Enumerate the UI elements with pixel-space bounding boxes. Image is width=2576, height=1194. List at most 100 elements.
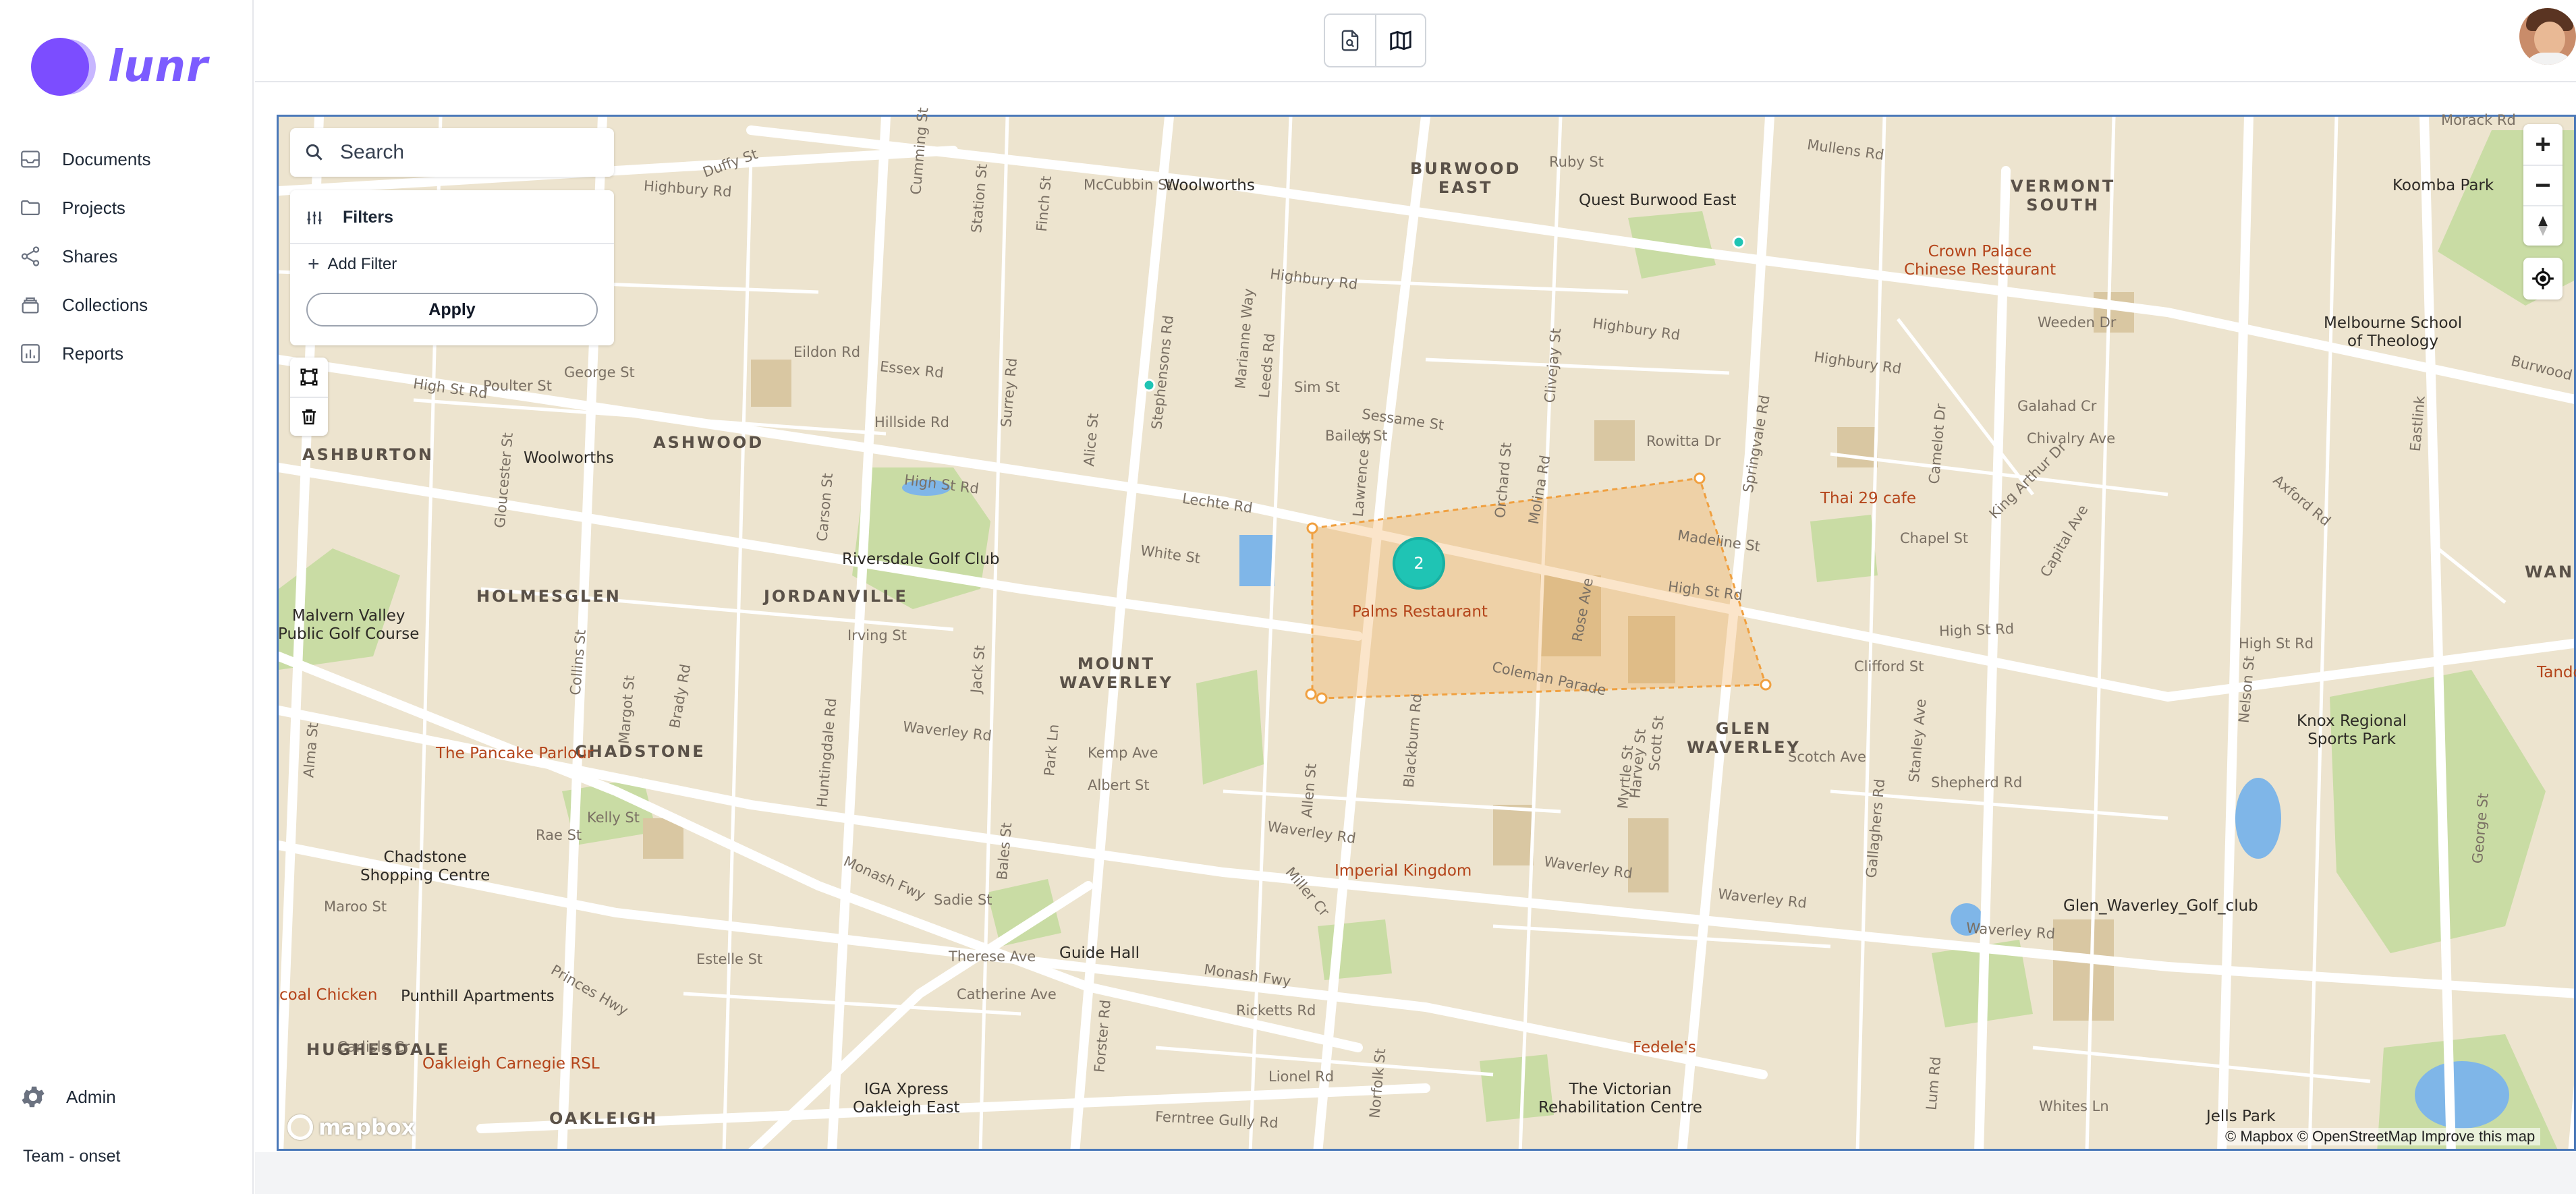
road-label: Chivalry Ave	[2027, 430, 2116, 447]
road-label: Maroo St	[324, 899, 387, 915]
map-icon	[1390, 30, 1411, 51]
place-label: Punthill Apartments	[401, 988, 555, 1005]
filters-header[interactable]: Filters	[305, 208, 393, 227]
apply-button[interactable]: Apply	[306, 293, 598, 326]
inbox-icon	[21, 150, 40, 168]
add-filter-button[interactable]: + Add Filter	[308, 250, 397, 279]
sidebar-item-label: Shares	[62, 246, 118, 266]
road-label: Lionel Rd	[1268, 1069, 1335, 1085]
road-label: Bailey St	[1325, 428, 1388, 444]
road-label: Albert St	[1088, 777, 1150, 793]
compass-icon	[2538, 216, 2548, 236]
place-label: Quest Burwood East	[1579, 192, 1737, 209]
sidebar-item-documents[interactable]: Documents	[19, 135, 242, 183]
road-label: High St Rd	[2239, 635, 2314, 652]
map-base-layer	[279, 117, 2574, 1149]
document-search-view-button[interactable]	[1325, 15, 1375, 66]
road-label: Ruby St	[1549, 154, 1604, 170]
locate-icon	[2532, 268, 2554, 289]
restaurant-label: The Pancake Parlour	[436, 745, 594, 762]
road-label: High St Rd	[1938, 621, 2015, 639]
suburb-label: ASHWOOD	[653, 433, 764, 452]
draw-tools	[290, 358, 328, 436]
suburb-label: MOUNT WAVERLEY	[1059, 654, 1173, 692]
sidebar-item-label: Documents	[62, 148, 151, 169]
bar-chart-icon	[21, 344, 40, 363]
sidebar-item-admin[interactable]: Admin	[19, 1078, 116, 1116]
sidebar-item-label: Collections	[62, 294, 148, 315]
road-label: Poulter St	[483, 378, 552, 394]
suburb-label: OAKLEIGH	[549, 1109, 659, 1128]
map-view-button[interactable]	[1375, 15, 1425, 66]
sidebar-item-reports[interactable]: Reports	[19, 329, 242, 378]
road-label: Kelly St	[587, 809, 640, 826]
document-search-icon	[1341, 30, 1359, 51]
sidebar-item-projects[interactable]: Projects	[19, 183, 242, 232]
mapbox-logo-mark	[287, 1114, 313, 1140]
restaurant-label: Oakleigh Carnegie RSL	[422, 1055, 600, 1073]
suburb-label: HOLMESGLEN	[476, 587, 621, 606]
bottom-strip	[255, 1152, 2576, 1194]
zoom-out-button[interactable]: −	[2523, 165, 2563, 205]
app-logo[interactable]: lunr	[31, 36, 208, 97]
road-label: Carlisle Cr	[337, 1039, 410, 1055]
view-toggle	[1324, 13, 1426, 67]
place-label: Knox Regional Sports Park	[2297, 712, 2407, 748]
place-label: Woolworths	[524, 449, 614, 467]
place-label: Glen_Waverley_Golf_club	[2063, 897, 2258, 915]
restaurant-label: Fedele's	[1633, 1039, 1696, 1056]
filters-title: Filters	[343, 208, 394, 227]
map-attribution[interactable]: © Mapbox © OpenStreetMap Improve this ma…	[2220, 1128, 2541, 1145]
place-label: The Victorian Rehabilitation Centre	[1538, 1081, 1702, 1116]
restaurant-label: coal Chicken	[279, 986, 378, 1004]
road-label: Chapel St	[1900, 530, 1969, 546]
place-label: Chadstone Shopping Centre	[360, 849, 491, 884]
search-input[interactable]	[340, 141, 596, 164]
suburb-label: VERMONT SOUTH	[2011, 177, 2116, 215]
geolocate-button[interactable]	[2523, 258, 2563, 300]
map-canvas[interactable]	[277, 115, 2576, 1151]
delete-shape-button[interactable]	[290, 397, 328, 436]
suburb-label: WAN	[2525, 563, 2575, 581]
road-label: Rowitta Dr	[1646, 433, 1721, 449]
draw-polygon-button[interactable]	[290, 358, 328, 397]
road-label: Hillside Rd	[874, 414, 949, 430]
user-avatar[interactable]	[2519, 8, 2576, 65]
road-label: Scotch Ave	[1788, 749, 1866, 765]
suburb-label: CHADSTONE	[575, 742, 706, 761]
road-label: Morack Rd	[2441, 112, 2516, 128]
map-search	[290, 128, 614, 177]
sidebar-item-collections[interactable]: Collections	[19, 281, 242, 329]
avatar-face	[2534, 22, 2565, 57]
place-label: Riversdale Golf Club	[842, 550, 1000, 568]
polygon-icon	[300, 368, 318, 386]
team-label[interactable]: Team - onset	[23, 1147, 121, 1166]
sliders-icon	[307, 211, 322, 224]
road-label: Weeden Dr	[2038, 314, 2117, 331]
share-icon	[21, 246, 40, 266]
road-label: Galahad Cr	[2017, 398, 2097, 414]
place-label: Melbourne School of Theology	[2324, 314, 2463, 350]
road-label: George St	[564, 364, 635, 380]
mapbox-logo-text: mapbox	[318, 1114, 416, 1140]
road-label: Whites Ln	[2039, 1098, 2109, 1114]
trash-icon	[302, 409, 316, 425]
sidebar-item-label: Reports	[62, 343, 124, 364]
zoom-in-button[interactable]: +	[2523, 124, 2563, 165]
road-label: McCubbin St	[1084, 177, 1173, 193]
road-label: Rae St	[536, 827, 582, 843]
sidebar-item-shares[interactable]: Shares	[19, 232, 242, 281]
compass-button[interactable]	[2523, 205, 2563, 246]
cluster-marker[interactable]: 2	[1393, 537, 1445, 590]
place-label: Jells Park	[2206, 1108, 2276, 1125]
road-label: Irving St	[847, 627, 907, 644]
restaurant-label: Palms Restaurant	[1352, 603, 1488, 621]
road-label: Kemp Ave	[1088, 745, 1158, 761]
restaurant-label: Thai 29 cafe	[1820, 490, 1916, 507]
sidebar-item-label: Projects	[62, 197, 125, 218]
collection-icon	[22, 297, 39, 314]
place-label: Koomba Park	[2392, 177, 2494, 194]
avatar-shirt	[2523, 53, 2576, 65]
mapbox-logo[interactable]: mapbox	[287, 1114, 415, 1140]
folder-icon	[21, 200, 40, 216]
